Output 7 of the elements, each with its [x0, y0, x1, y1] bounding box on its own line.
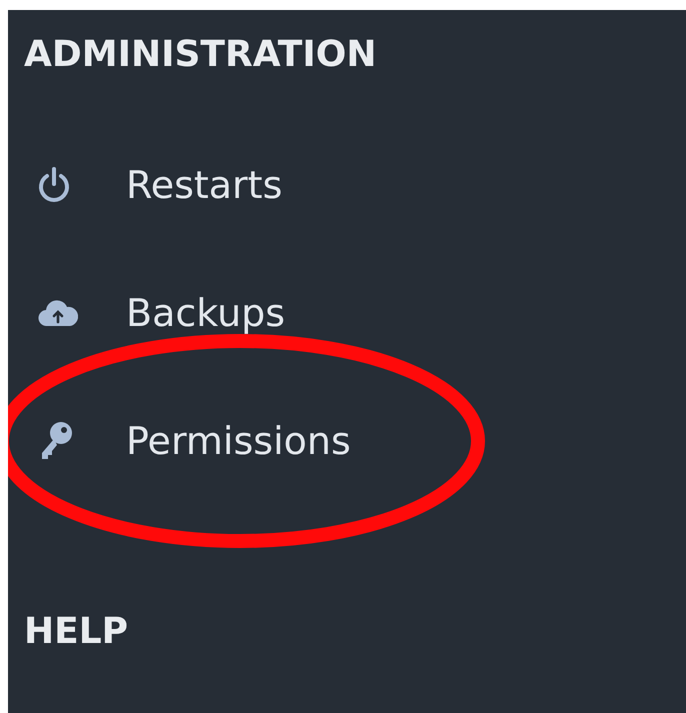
menu-item[interactable]: Restarts [126, 162, 282, 208]
section-heading: ADMINISTRATION [24, 33, 376, 77]
power-icon [38, 166, 70, 204]
section-heading: HELP [24, 610, 128, 654]
cloud-upload-icon [38, 299, 78, 327]
menu-item[interactable]: Permissions [126, 418, 351, 464]
menu-item[interactable]: Backups [126, 290, 286, 336]
